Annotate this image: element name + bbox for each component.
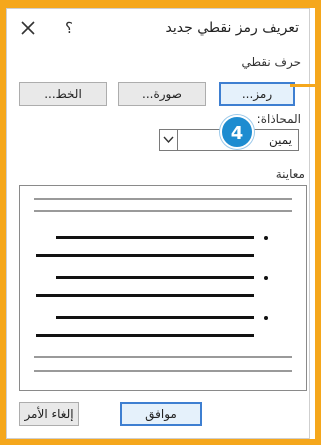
preview-bullet — [264, 276, 268, 280]
preview-text-line — [36, 334, 254, 337]
preview-gray-line — [34, 198, 292, 200]
title-bar: تعريف رمز نقطي جديد ؟ — [7, 9, 309, 53]
picture-button[interactable]: صورة... — [118, 82, 206, 106]
preview-text-line — [36, 294, 254, 297]
preview-gray-line — [34, 210, 292, 212]
help-button[interactable]: ؟ — [65, 19, 73, 37]
alignment-value: يمين — [268, 133, 292, 147]
preview-text-line — [56, 276, 254, 279]
close-icon[interactable] — [17, 17, 39, 39]
callout-pointer — [290, 84, 315, 87]
symbol-button[interactable]: رمز... — [219, 82, 295, 106]
preview-gray-line — [34, 356, 292, 358]
preview-text-line — [56, 236, 254, 239]
preview-bullet — [264, 316, 268, 320]
preview-box — [19, 185, 307, 391]
font-button[interactable]: الخط... — [19, 82, 107, 106]
preview-bullet — [264, 236, 268, 240]
dialog-title: تعريف رمز نقطي جديد — [165, 20, 299, 36]
bullet-character-label: حرف نقطي — [241, 55, 301, 69]
ok-button[interactable]: موافق — [120, 402, 202, 426]
define-bullet-dialog: تعريف رمز نقطي جديد ؟ حرف نقطي رمز... صو… — [6, 8, 310, 439]
alignment-label: المحاذاة: — [256, 112, 301, 126]
preview-label: معاينة — [275, 167, 305, 181]
step-badge: 4 — [220, 115, 254, 149]
cancel-button[interactable]: إلغاء الأمر — [19, 402, 79, 426]
preview-text-line — [56, 316, 254, 319]
chevron-down-icon[interactable] — [160, 130, 178, 150]
preview-gray-line — [34, 370, 292, 372]
preview-text-line — [36, 254, 254, 257]
